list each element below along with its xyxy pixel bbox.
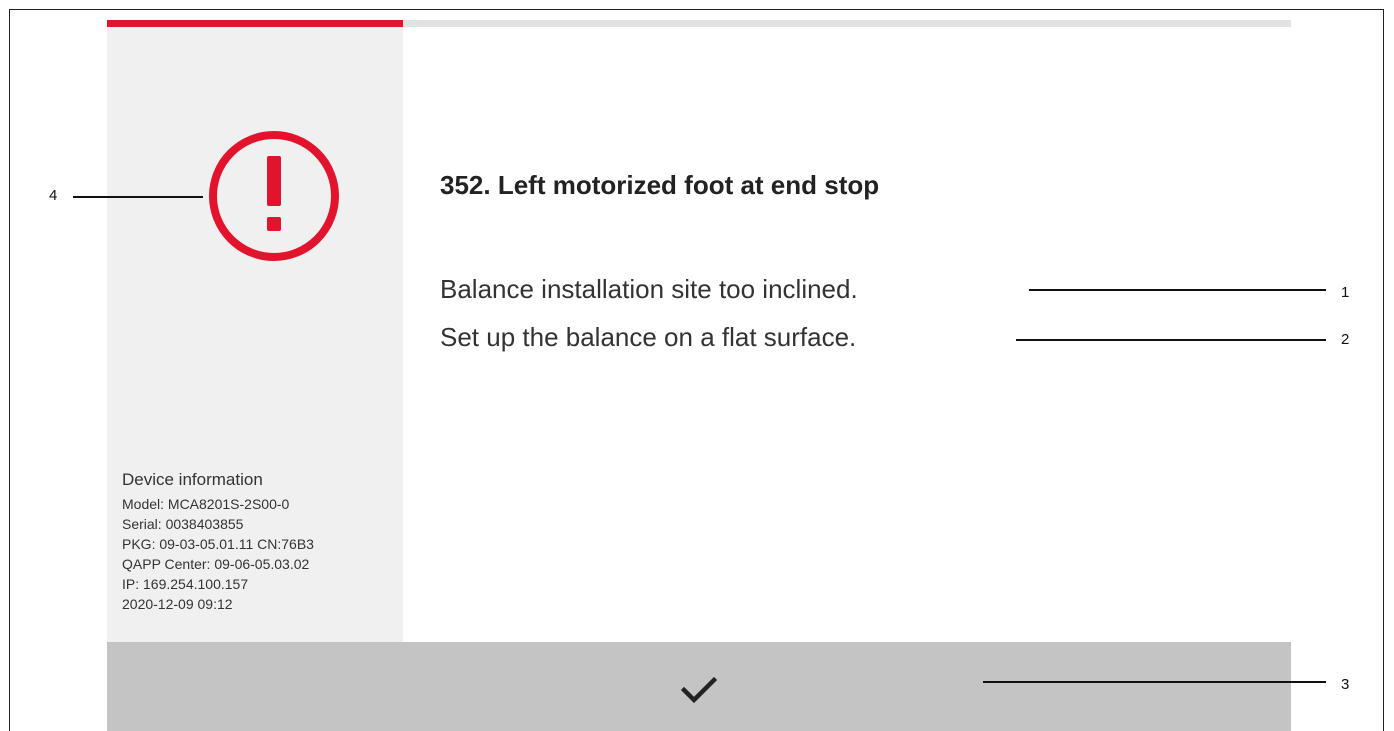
callout-line-3 [983, 681, 1326, 683]
device-info-timestamp: 2020-12-09 09:12 [122, 596, 233, 612]
callout-number-4: 4 [49, 187, 58, 204]
progress-bar-fill [107, 20, 403, 27]
callout-number-1: 1 [1341, 284, 1350, 301]
device-information: Device information Model: MCA8201S-2S00-… [122, 470, 314, 614]
callout-number-2: 2 [1341, 331, 1350, 348]
device-info-ip: IP: 169.254.100.157 [122, 576, 249, 592]
sidebar: Device information Model: MCA8201S-2S00-… [107, 27, 403, 642]
error-title: 352. Left motorized foot at end stop [440, 170, 880, 200]
confirm-button[interactable] [107, 642, 1291, 731]
device-info-pkg: PKG: 09-03-05.01.11 CN:76B3 [122, 536, 314, 552]
device-info-heading: Device information [122, 470, 263, 489]
device-info-model: Model: MCA8201S-2S00-0 [122, 496, 290, 512]
error-remedy: Set up the balance on a flat surface. [440, 322, 857, 352]
callout-line-4 [73, 196, 203, 198]
error-cause: Balance installation site too inclined. [440, 274, 858, 304]
callout-line-1 [1029, 289, 1326, 291]
callout-number-3: 3 [1341, 676, 1350, 693]
device-info-qapp-center: QAPP Center: 09-06-05.03.02 [122, 556, 310, 572]
checkmark-icon [681, 676, 717, 704]
device-info-serial: Serial: 0038403855 [122, 516, 244, 532]
exclamation-circle-icon [209, 131, 339, 261]
progress-bar [107, 20, 1291, 27]
callout-line-2 [1016, 339, 1326, 341]
